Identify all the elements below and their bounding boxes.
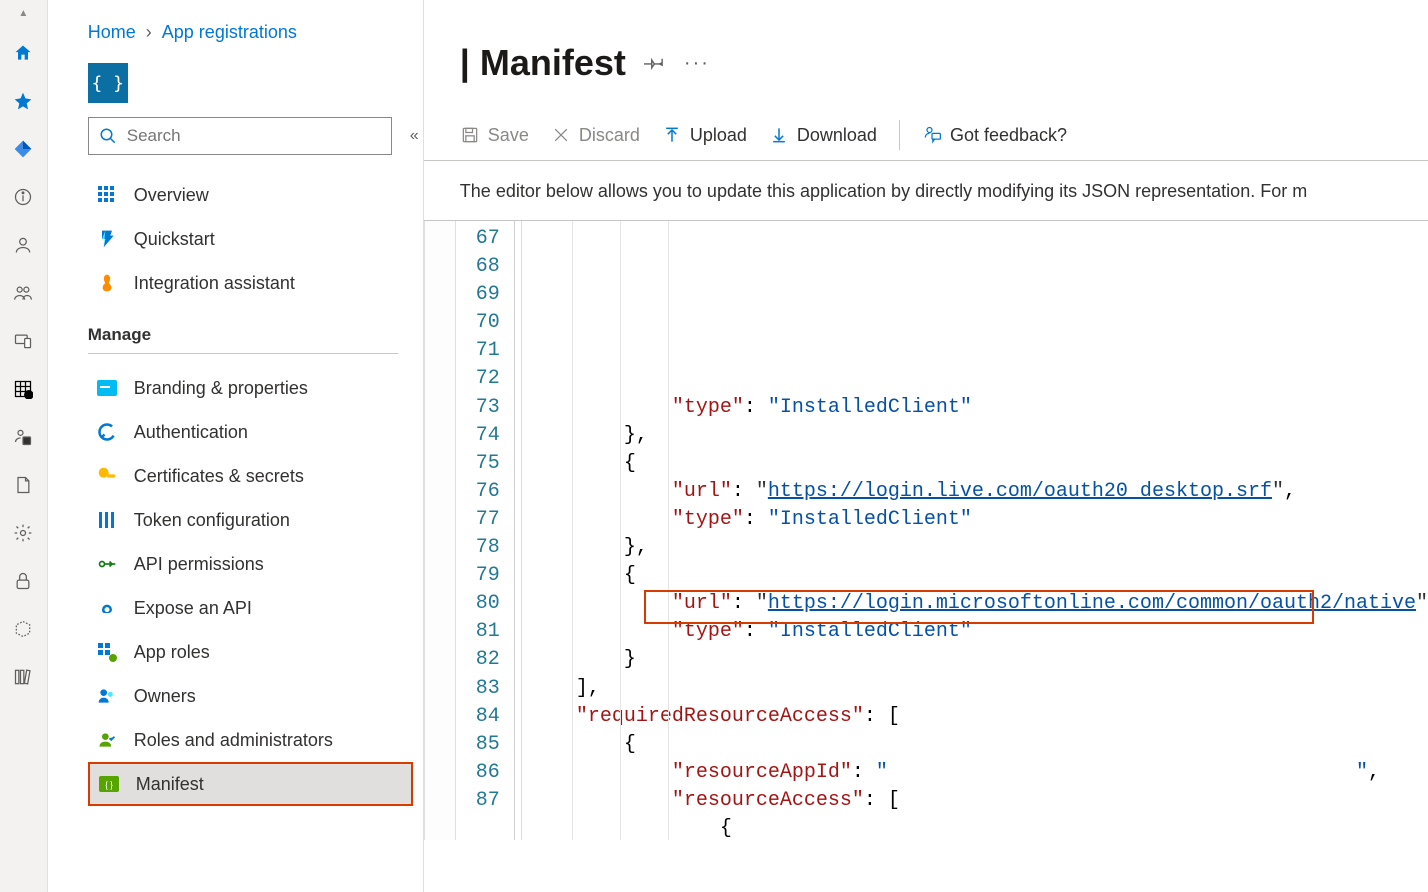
identity-icon[interactable] (5, 419, 41, 455)
nav-label: Certificates & secrets (134, 466, 304, 487)
nav-branding[interactable]: Branding & properties (88, 366, 413, 410)
nav-label: App roles (134, 642, 210, 663)
nav-label: Quickstart (134, 229, 215, 250)
token-icon (96, 510, 118, 530)
tool-label: Download (797, 125, 877, 146)
download-button[interactable]: Download (769, 125, 877, 146)
upload-button[interactable]: Upload (662, 125, 747, 146)
breadcrumb: Home › App registrations (48, 0, 423, 55)
discard-icon (551, 125, 571, 145)
divider (88, 353, 398, 354)
nav-overview[interactable]: Overview (88, 173, 413, 217)
toolbar: Save Discard Upload Download Got feedbac… (424, 84, 1428, 161)
roles-admins-icon (96, 730, 118, 750)
library-icon[interactable] (5, 659, 41, 695)
nav-label: Branding & properties (134, 378, 308, 399)
page-title-bar: | Manifest ··· (424, 0, 1428, 84)
app-registrations-icon: { } (88, 63, 128, 103)
feedback-icon (922, 125, 942, 145)
nav-app-roles[interactable]: App roles (88, 630, 413, 674)
manifest-icon: {} (98, 776, 120, 792)
nav-certificates[interactable]: Certificates & secrets (88, 454, 413, 498)
gear-icon[interactable] (5, 515, 41, 551)
star-icon[interactable] (5, 83, 41, 119)
nav-authentication[interactable]: Authentication (88, 410, 413, 454)
breadcrumb-sep-icon: › (146, 22, 152, 43)
tool-label: Upload (690, 125, 747, 146)
owners-icon (96, 686, 118, 706)
nav-manifest[interactable]: {} Manifest (88, 762, 413, 806)
nav-integration[interactable]: Integration assistant (88, 261, 413, 305)
download-icon (769, 125, 789, 145)
search-icon (99, 127, 117, 145)
document-icon[interactable] (5, 467, 41, 503)
nav-label: Token configuration (134, 510, 290, 531)
certificates-icon (96, 466, 118, 486)
tool-label: Save (488, 125, 529, 146)
diamond-icon[interactable] (5, 131, 41, 167)
tool-label: Discard (579, 125, 640, 146)
grid-icon[interactable] (5, 371, 41, 407)
branding-icon (96, 380, 118, 396)
quickstart-icon (96, 229, 118, 249)
tool-label: Got feedback? (950, 125, 1067, 146)
devices-icon[interactable] (5, 323, 41, 359)
svg-text:{}: {} (104, 780, 114, 791)
search-field[interactable] (127, 126, 381, 146)
nav-token[interactable]: Token configuration (88, 498, 413, 542)
scroll-up-icon: ▲ (18, 8, 28, 19)
authentication-icon (96, 422, 118, 442)
gutter (424, 221, 456, 840)
section-manage: Manage (88, 325, 413, 345)
main-content: | Manifest ··· Save Discard Upload Downl… (424, 0, 1428, 892)
code-area[interactable]: "type": "InstalledClient" }, { "url": "h… (522, 221, 1428, 840)
breadcrumb-page[interactable]: App registrations (162, 22, 297, 43)
divider (899, 120, 900, 150)
nav-quickstart[interactable]: Quickstart (88, 217, 413, 261)
editor-description: The editor below allows you to update th… (424, 161, 1428, 220)
nav-label: Expose an API (134, 598, 252, 619)
more-icon[interactable]: ··· (684, 52, 710, 75)
nav-roles-admins[interactable]: Roles and administrators (88, 718, 413, 762)
overview-icon (96, 185, 118, 205)
nav-label: Overview (134, 185, 209, 206)
nav-expose[interactable]: Expose an API (88, 586, 413, 630)
lock-icon[interactable] (5, 563, 41, 599)
sidebar: Home › App registrations { } « Overview … (48, 0, 424, 892)
user-icon[interactable] (5, 227, 41, 263)
nav-owners[interactable]: Owners (88, 674, 413, 718)
app-roles-icon (96, 642, 118, 662)
cube-dotted-icon[interactable] (5, 611, 41, 647)
discard-button[interactable]: Discard (551, 125, 640, 146)
integration-icon (96, 273, 118, 293)
page-title: | Manifest (460, 42, 626, 84)
nav-api-permissions[interactable]: API permissions (88, 542, 413, 586)
collapse-icon[interactable]: « (410, 127, 419, 145)
nav-label: Integration assistant (134, 273, 295, 294)
pin-icon[interactable] (644, 51, 666, 76)
nav-label: Roles and administrators (134, 730, 333, 751)
home-icon[interactable] (5, 35, 41, 71)
feedback-button[interactable]: Got feedback? (922, 125, 1067, 146)
left-iconbar: ▲ (0, 0, 48, 892)
nav-label: API permissions (134, 554, 264, 575)
fold-column (508, 221, 522, 840)
save-icon (460, 125, 480, 145)
save-button[interactable]: Save (460, 125, 529, 146)
nav-label: Authentication (134, 422, 248, 443)
breadcrumb-home[interactable]: Home (88, 22, 136, 43)
users-icon[interactable] (5, 275, 41, 311)
info-icon[interactable] (5, 179, 41, 215)
line-numbers: 6768697071727374757677787980818283848586… (456, 221, 508, 840)
json-editor[interactable]: 6768697071727374757677787980818283848586… (424, 220, 1428, 840)
nav-label: Manifest (136, 774, 204, 795)
expose-icon (96, 598, 118, 618)
upload-icon (662, 125, 682, 145)
api-permissions-icon (96, 554, 118, 574)
search-input[interactable] (88, 117, 392, 155)
nav-label: Owners (134, 686, 196, 707)
